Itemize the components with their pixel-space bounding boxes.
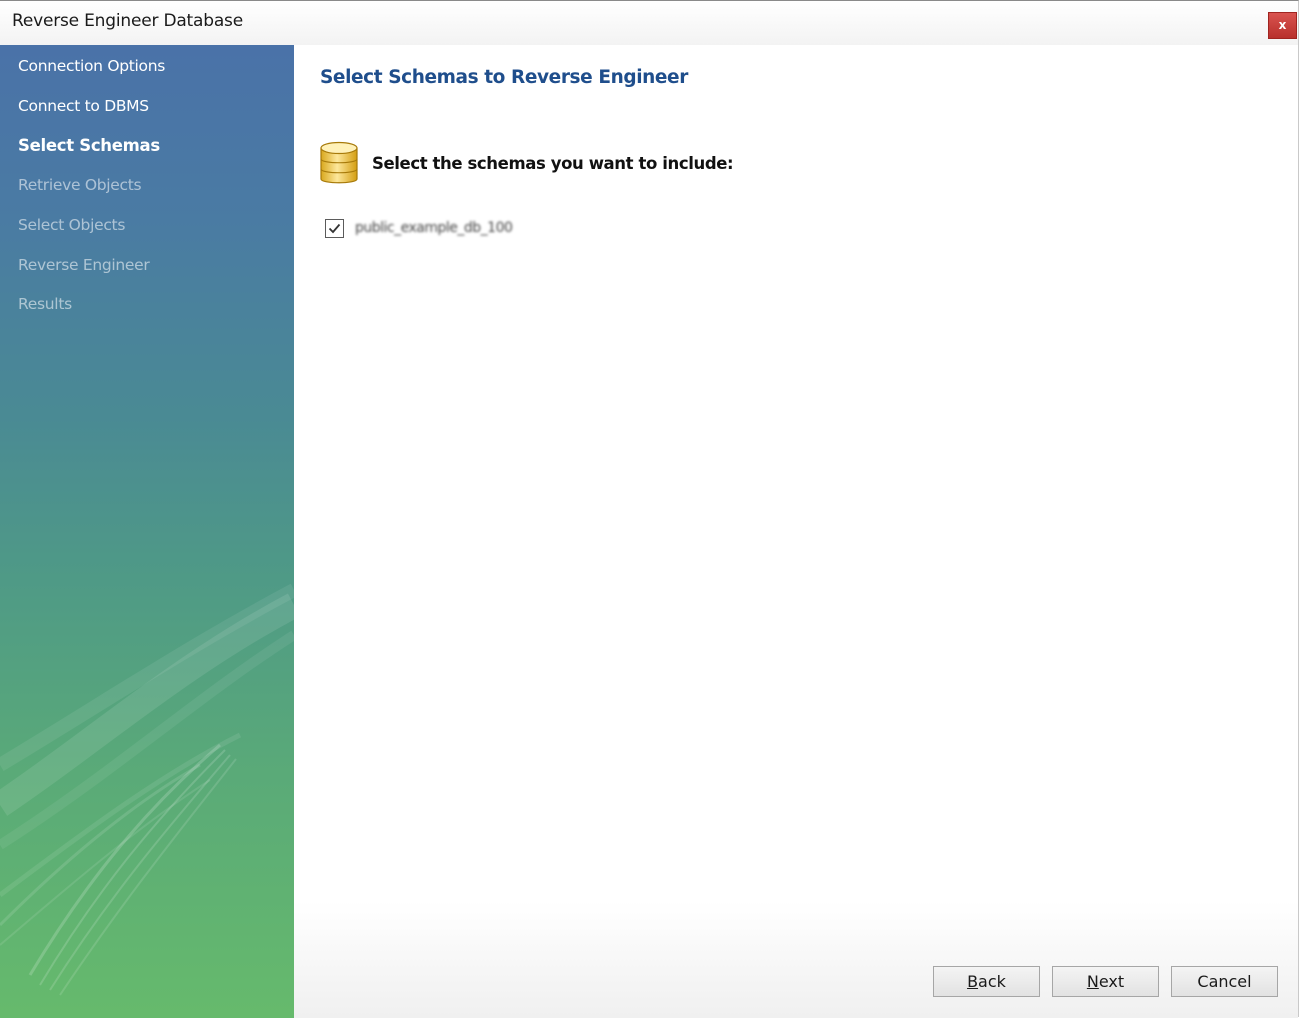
schema-instruction: Select the schemas you want to include: xyxy=(372,154,734,173)
step-reverse-engineer: Reverse Engineer xyxy=(18,256,150,274)
schema-list-item[interactable]: public_example_db_100 xyxy=(325,217,513,239)
step-select-schemas[interactable]: Select Schemas xyxy=(18,136,160,155)
step-select-objects: Select Objects xyxy=(18,216,126,234)
button-bar xyxy=(294,901,1298,1018)
schema-checkbox[interactable] xyxy=(325,218,344,238)
step-connection-options[interactable]: Connection Options xyxy=(18,57,165,75)
reverse-engineer-dialog: Reverse Engineer Database x Connection O… xyxy=(0,0,1299,1018)
close-button[interactable]: x xyxy=(1268,12,1297,39)
schema-name: public_example_db_100 xyxy=(355,220,513,236)
next-button[interactable]: Next xyxy=(1052,966,1159,997)
database-icon xyxy=(320,141,358,184)
back-label: ack xyxy=(978,972,1006,991)
next-mnemonic: N xyxy=(1086,972,1099,991)
step-results: Results xyxy=(18,295,72,313)
back-mnemonic: B xyxy=(967,972,979,991)
step-retrieve-objects: Retrieve Objects xyxy=(18,176,142,194)
window-title: Reverse Engineer Database xyxy=(12,11,243,31)
checkmark-icon xyxy=(328,223,341,233)
step-connect-to-dbms[interactable]: Connect to DBMS xyxy=(18,97,149,115)
next-label: ext xyxy=(1098,972,1125,991)
page-title: Select Schemas to Reverse Engineer xyxy=(320,67,688,88)
cancel-button[interactable]: Cancel xyxy=(1171,966,1278,997)
wizard-steps-sidebar: Connection Options Connect to DBMS Selec… xyxy=(0,45,294,1018)
title-bar[interactable]: Reverse Engineer Database x xyxy=(0,1,1298,45)
back-button[interactable]: Back xyxy=(933,966,1040,997)
